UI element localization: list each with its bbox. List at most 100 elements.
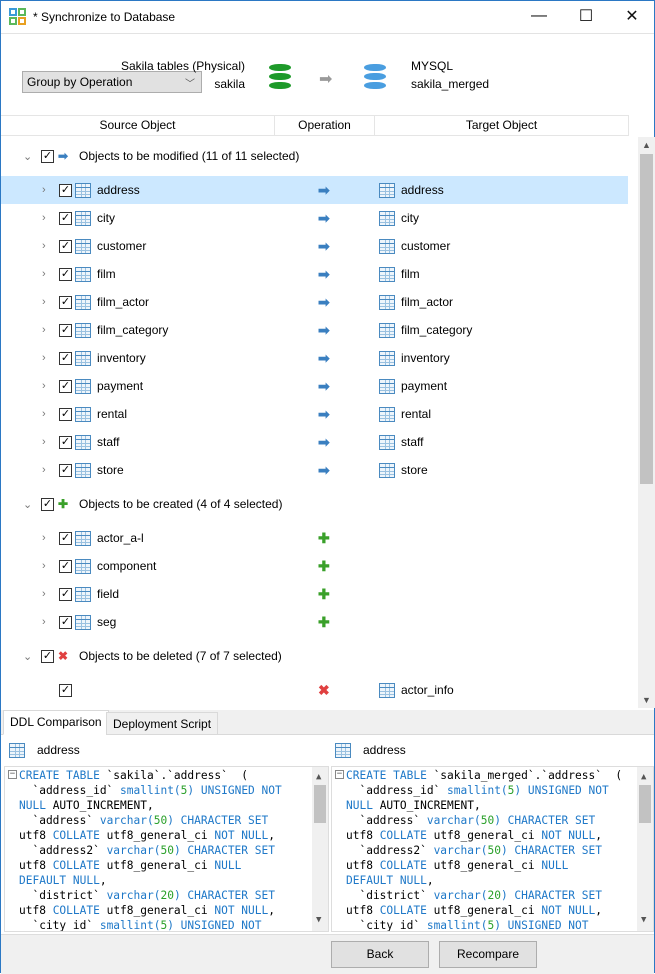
code-line: utf8 COLLATE utf8_general_ci NULL: [346, 858, 622, 873]
group-row-modify[interactable]: ⌄ ✓ ➡ Objects to be modified (11 of 11 sele…: [1, 142, 628, 170]
chevron-right-icon[interactable]: ›: [42, 408, 46, 420]
list-item[interactable]: › ✓ payment ➡ payment: [1, 372, 628, 400]
code-token: 50: [153, 814, 168, 827]
chevron-right-icon[interactable]: ›: [42, 352, 46, 364]
group-row-delete[interactable]: ⌄ ✓ ✖ Objects to be deleted (7 of 7 selecte…: [1, 642, 628, 670]
chevron-right-icon[interactable]: ›: [42, 296, 46, 308]
group-by-select[interactable]: Group by Operation ﹀: [22, 71, 202, 93]
tab-ddl-comparison[interactable]: DDL Comparison: [3, 710, 109, 735]
chevron-right-icon[interactable]: ›: [42, 240, 46, 252]
scroll-up-icon[interactable]: ▲: [316, 770, 321, 785]
modify-icon: ➡: [318, 321, 330, 338]
item-checkbox[interactable]: ✓: [59, 379, 72, 393]
code-token: utf8_general_ci: [426, 859, 542, 872]
table-icon: [379, 294, 395, 310]
scroll-up-icon[interactable]: ▲: [642, 140, 651, 150]
column-target-object[interactable]: Target Object: [375, 116, 629, 135]
item-checkbox[interactable]: ✓: [59, 211, 72, 225]
minimize-button[interactable]: —: [516, 1, 562, 31]
target-object-name: film_actor: [401, 295, 454, 309]
chevron-right-icon[interactable]: ›: [42, 324, 46, 336]
scroll-thumb[interactable]: [314, 785, 326, 823]
list-item[interactable]: ✓ ✖ actor_info: [1, 676, 628, 704]
chevron-right-icon[interactable]: ›: [42, 268, 46, 280]
item-checkbox[interactable]: ✓: [59, 531, 72, 545]
column-operation[interactable]: Operation: [275, 116, 375, 135]
item-checkbox[interactable]: ✓: [59, 559, 72, 573]
item-checkbox[interactable]: ✓: [59, 239, 72, 253]
modify-icon: ➡: [318, 377, 330, 394]
right-ddl-code[interactable]: − CREATE TABLE `sakila_merged`.`address`…: [331, 766, 654, 932]
item-checkbox[interactable]: ✓: [59, 463, 72, 477]
chevron-right-icon[interactable]: ›: [42, 212, 46, 224]
item-checkbox[interactable]: ✓: [59, 267, 72, 281]
chevron-right-icon[interactable]: ›: [42, 560, 46, 572]
tab-deployment-script[interactable]: Deployment Script: [106, 712, 219, 735]
code-token: `sakila_merged`.`address` (: [426, 769, 623, 782]
list-item[interactable]: › ✓ film_category ➡ film_category: [1, 316, 628, 344]
scroll-up-icon[interactable]: ▲: [641, 770, 646, 785]
maximize-button[interactable]: ☐: [563, 1, 609, 31]
chevron-right-icon[interactable]: ›: [42, 380, 46, 392]
right-code-scrollbar[interactable]: ▲ ▼: [637, 767, 653, 931]
item-checkbox[interactable]: ✓: [59, 407, 72, 421]
chevron-right-icon[interactable]: ›: [42, 464, 46, 476]
list-item[interactable]: › ✓ address ➡ address: [1, 176, 628, 204]
list-item[interactable]: › ✓ film ➡ film: [1, 260, 628, 288]
left-ddl-title: address: [37, 743, 80, 757]
left-code-scrollbar[interactable]: ▲ ▼: [312, 767, 328, 931]
target-object-name: inventory: [401, 351, 450, 365]
scroll-down-icon[interactable]: ▼: [641, 913, 646, 928]
item-checkbox[interactable]: ✓: [59, 683, 72, 697]
list-item[interactable]: › ✓ rental ➡ rental: [1, 400, 628, 428]
item-checkbox[interactable]: ✓: [59, 587, 72, 601]
group-checkbox[interactable]: ✓: [41, 649, 54, 663]
left-ddl-code[interactable]: − CREATE TABLE `sakila`.`address` ( `add…: [4, 766, 329, 932]
list-item[interactable]: › ✓ customer ➡ customer: [1, 232, 628, 260]
modify-icon: ➡: [318, 461, 330, 478]
chevron-down-icon[interactable]: ⌄: [23, 150, 32, 163]
list-item[interactable]: › ✓ inventory ➡ inventory: [1, 344, 628, 372]
item-checkbox[interactable]: ✓: [59, 295, 72, 309]
code-token: `address_id`: [19, 784, 121, 797]
item-checkbox[interactable]: ✓: [59, 615, 72, 629]
table-icon: [379, 210, 395, 226]
chevron-right-icon[interactable]: ›: [42, 436, 46, 448]
chevron-right-icon[interactable]: ›: [42, 532, 46, 544]
group-checkbox[interactable]: ✓: [41, 497, 54, 511]
list-item[interactable]: › ✓ film_actor ➡ film_actor: [1, 288, 628, 316]
fold-toggle-icon[interactable]: −: [8, 770, 17, 779]
list-item[interactable]: › ✓ store ➡ store: [1, 456, 628, 484]
group-row-create[interactable]: ⌄ ✓ ✚ Objects to be created (4 of 4 selecte…: [1, 490, 628, 518]
code-token: utf8: [19, 829, 53, 842]
scroll-thumb[interactable]: [639, 785, 651, 823]
scroll-down-icon[interactable]: ▼: [642, 695, 651, 705]
code-token: ,: [426, 874, 434, 887]
source-object-name: seg: [97, 615, 117, 629]
item-checkbox[interactable]: ✓: [59, 183, 72, 197]
code-token: utf8_general_ci: [99, 829, 215, 842]
item-checkbox[interactable]: ✓: [59, 323, 72, 337]
list-item[interactable]: › ✓ field ✚: [1, 580, 628, 608]
list-item[interactable]: › ✓ seg ✚: [1, 608, 628, 636]
column-source-object[interactable]: Source Object: [1, 116, 275, 135]
close-button[interactable]: ✕: [609, 1, 655, 31]
list-item[interactable]: › ✓ staff ➡ staff: [1, 428, 628, 456]
item-checkbox[interactable]: ✓: [59, 435, 72, 449]
scroll-thumb[interactable]: [640, 154, 653, 484]
chevron-right-icon[interactable]: ›: [42, 588, 46, 600]
list-item[interactable]: › ✓ component ✚: [1, 552, 628, 580]
tree-scrollbar[interactable]: ▲ ▼: [638, 137, 655, 708]
list-item[interactable]: › ✓ city ➡ city: [1, 204, 628, 232]
recompare-button[interactable]: Recompare: [439, 941, 537, 968]
list-item[interactable]: › ✓ actor_a-l ✚: [1, 524, 628, 552]
chevron-right-icon[interactable]: ›: [42, 184, 46, 196]
item-checkbox[interactable]: ✓: [59, 351, 72, 365]
group-checkbox[interactable]: ✓: [41, 149, 54, 163]
back-button[interactable]: Back: [331, 941, 429, 968]
chevron-down-icon[interactable]: ⌄: [23, 498, 32, 511]
fold-toggle-icon[interactable]: −: [335, 770, 344, 779]
scroll-down-icon[interactable]: ▼: [316, 913, 321, 928]
chevron-right-icon[interactable]: ›: [42, 616, 46, 628]
chevron-down-icon[interactable]: ⌄: [23, 650, 32, 663]
